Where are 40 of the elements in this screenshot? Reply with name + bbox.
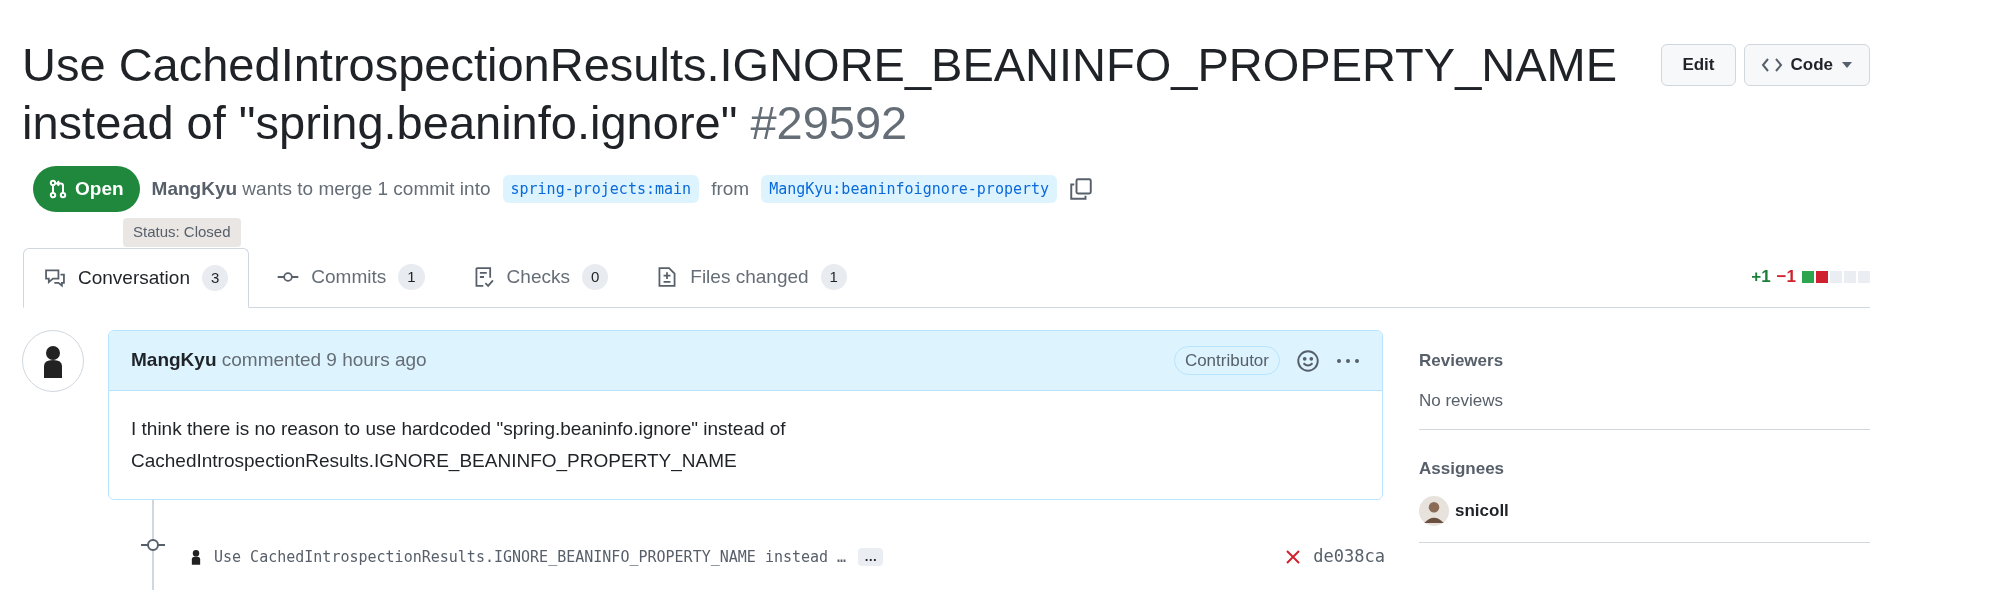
person-icon [190,549,202,565]
commit-sha-link[interactable]: de038ca [1313,544,1385,570]
count-badge: 3 [201,264,229,292]
code-button[interactable]: Code [1743,44,1870,86]
comment-text-line: CachedIntrospectionResults.IGNORE_BEANINFO_PROPERTY_NAME [131,449,738,474]
caret-icon [1841,61,1853,69]
tab[interactable]: Conversation 3 [23,248,250,308]
commit-node-icon [141,538,165,552]
tab[interactable]: Checks 0 [452,247,629,307]
pull-request-icon [49,179,67,199]
more-options-icon[interactable] [1336,357,1360,364]
deletions-count: −1 [1776,266,1796,289]
smiley-icon[interactable] [1296,348,1320,373]
from-text: from [711,176,750,201]
open-state-badge: Open [33,166,140,212]
count-badge: 1 [398,263,425,291]
count-badge: 1 [820,263,847,291]
code-icon [1760,56,1783,74]
comment-header-text: MangKyu commented 9 hours ago [131,348,428,373]
avatar [1419,495,1449,526]
head-branch-link[interactable]: MangKyu:beaninfoignore-property [761,174,1058,204]
count-badge: 0 [581,263,609,291]
edit-button[interactable]: Edit [1661,44,1736,86]
pull-request-title: Use CachedIntrospectionResults.IGNORE_BEANINFO_PROPERTY_NAME instead of "spring.beaninfo.ignore" #29592 [22,37,1619,151]
expand-button[interactable]: … [858,548,884,566]
tab[interactable]: Commits 1 [257,247,445,307]
copy-icon[interactable] [1069,177,1094,201]
assignee-name[interactable]: snicoll [1455,497,1509,524]
merge-summary-text: MangKyu wants to merge 1 commit into [151,176,491,201]
speech-bubbles-icon [44,267,66,289]
comment-text-line: I think there is no reason to use hardcoded "spring.beaninfo.ignore" instead of [131,417,787,441]
commit-message-link[interactable]: Use CachedIntrospectionResults.IGNORE_BEANINFO_PROPERTY_NAME instead … [214,545,847,569]
additions-count: +1 [1751,266,1771,289]
sidebar-value: No reviews [1419,389,1505,412]
tab[interactable]: Files changed 1 [636,247,867,307]
base-branch-link[interactable]: spring-projects:main [502,174,700,204]
cross-icon[interactable] [1285,549,1302,565]
status-tooltip: Status: Closed [123,218,241,247]
sidebar-heading: Assignees [1419,458,1506,480]
sidebar-heading: Reviewers [1419,350,1505,372]
